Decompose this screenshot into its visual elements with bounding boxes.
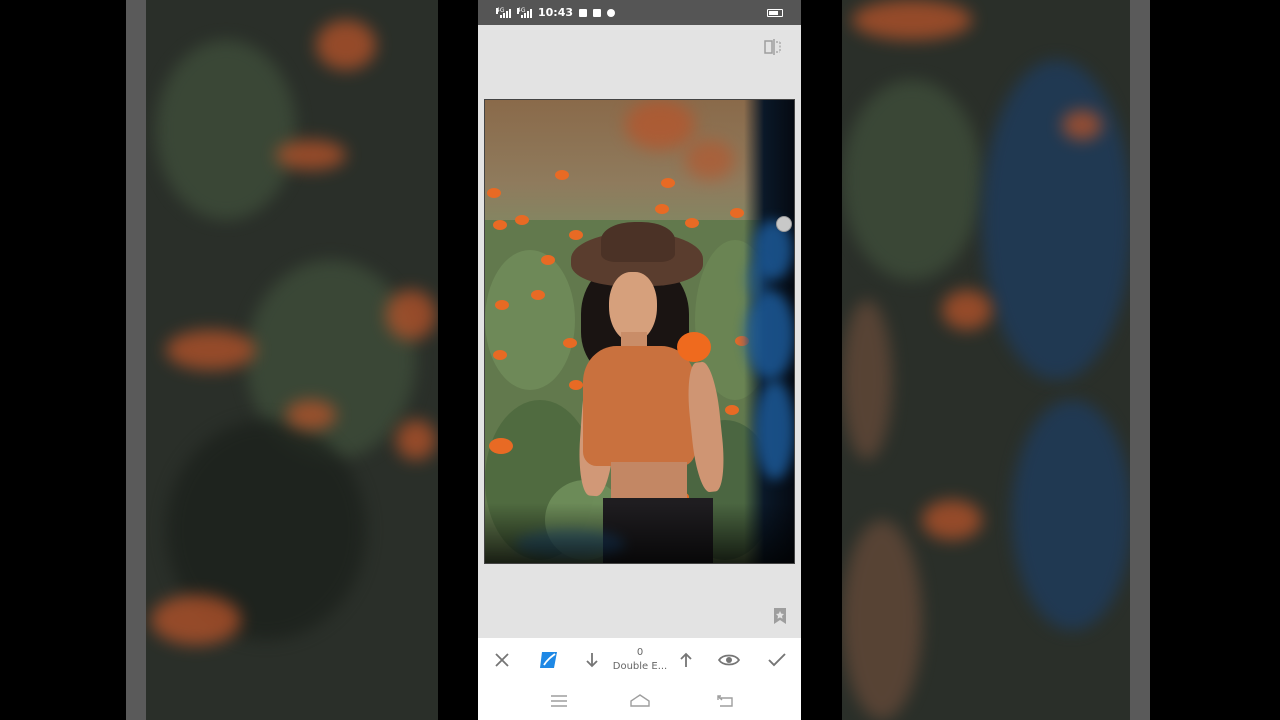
photo-canvas[interactable]	[484, 99, 795, 564]
back-icon[interactable]	[713, 690, 737, 712]
close-icon[interactable]	[490, 648, 514, 672]
status-time: 10:43	[538, 6, 574, 19]
brush-strength-value: 0	[636, 647, 644, 658]
bookmark-icon[interactable]	[772, 607, 788, 625]
checkmark-icon[interactable]	[765, 648, 789, 672]
status-bar: 4G 4G 10:43	[478, 0, 801, 25]
app-notification-icon	[607, 8, 616, 17]
brush-icon[interactable]	[537, 648, 561, 672]
brush-strength-handle[interactable]	[776, 216, 792, 232]
notification-icon	[579, 8, 588, 17]
signal-1-icon: 4G	[496, 7, 511, 18]
blurred-background-right	[842, 0, 1150, 720]
subject-top	[583, 346, 695, 466]
video-icon	[593, 8, 602, 17]
menu-icon[interactable]	[547, 690, 571, 712]
arrow-up-icon[interactable]	[674, 648, 698, 672]
compare-split-icon[interactable]	[763, 38, 783, 56]
brush-strength-label: Double E...	[612, 661, 668, 672]
held-flower	[677, 332, 711, 362]
battery-icon	[767, 8, 783, 17]
screen: 4G 4G 10:43 0 Double E...	[0, 0, 1280, 720]
brush-strength-indicator: 0 Double E...	[608, 646, 672, 674]
arrow-down-icon[interactable]	[580, 648, 604, 672]
blurred-background-left	[126, 0, 438, 720]
signal-2-icon: 4G	[517, 7, 532, 18]
system-navigation-bar	[478, 682, 801, 720]
eye-icon[interactable]	[717, 648, 741, 672]
home-icon[interactable]	[628, 690, 652, 712]
phone-screen: 4G 4G 10:43 0 Double E...	[478, 0, 801, 720]
brush-toolbar: 0 Double E...	[478, 638, 801, 682]
